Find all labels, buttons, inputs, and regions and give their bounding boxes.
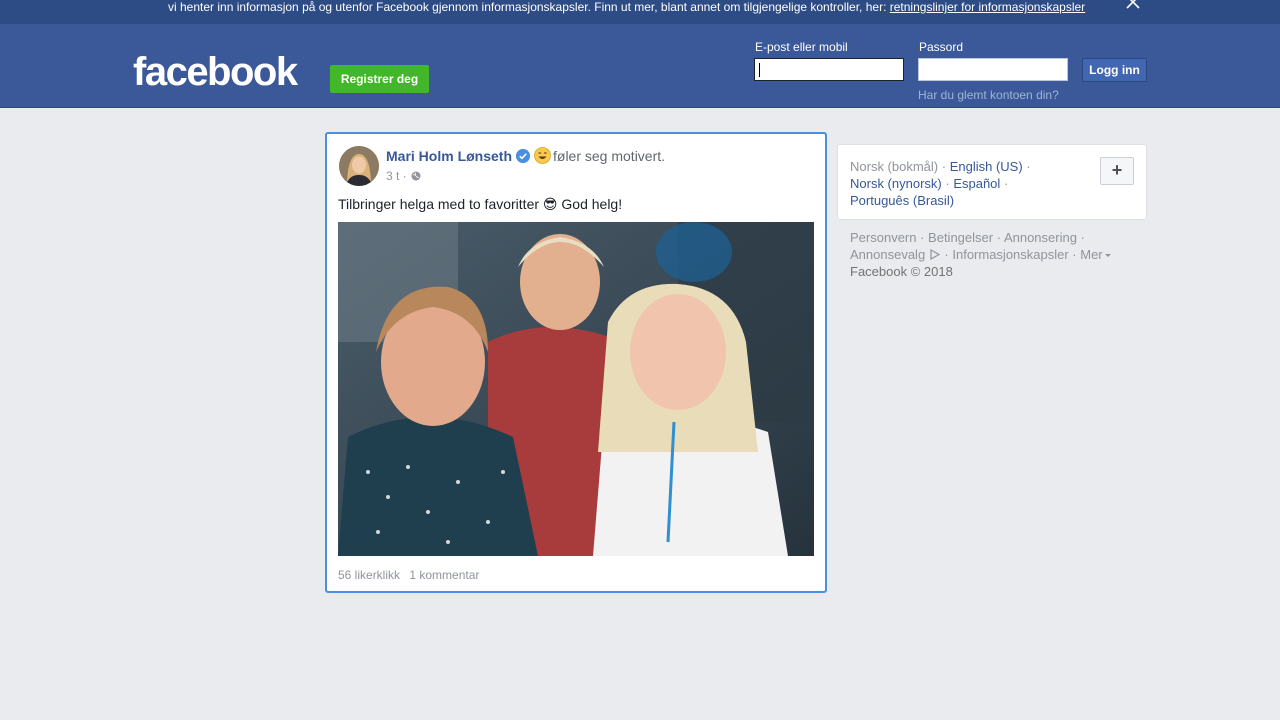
chevron-down-icon <box>1104 254 1111 257</box>
close-icon[interactable] <box>1125 0 1141 10</box>
password-field[interactable] <box>918 58 1068 81</box>
language-link-portugues[interactable]: Português (Brasil) <box>850 193 954 208</box>
comments-count[interactable]: 1 kommentar <box>409 568 479 582</box>
language-link-espanol[interactable]: Español <box>953 176 1000 191</box>
register-button[interactable]: Registrer deg <box>330 65 429 93</box>
footer-link-terms[interactable]: Betingelser <box>928 230 993 245</box>
likes-count[interactable]: 56 likerklikk <box>338 568 400 582</box>
footer-link-advertising[interactable]: Annonsering <box>1004 230 1077 245</box>
current-language: Norsk (bokmål) · <box>850 159 947 174</box>
post-timestamp[interactable]: 3 t · <box>386 169 407 183</box>
avatar-image <box>339 146 379 186</box>
footer-links: Personvern · Betingelser · Annonsering ·… <box>850 229 1130 280</box>
smiling-face-icon <box>534 147 551 164</box>
adchoices-icon <box>930 249 941 260</box>
post-feeling: føler seg motivert. <box>553 148 666 164</box>
email-label: E-post eller mobil <box>755 40 848 54</box>
facebook-logo[interactable]: facebook <box>133 52 298 92</box>
text-caret <box>759 63 760 77</box>
email-field[interactable] <box>754 58 904 81</box>
language-list: Norsk (bokmål) · English (US) · Norsk (n… <box>850 159 1031 208</box>
footer-link-more[interactable]: Mer <box>1080 247 1102 262</box>
post-author-name[interactable]: Mari Holm Lønseth <box>386 148 512 164</box>
footer-link-adchoices[interactable]: Annonsevalg <box>850 247 925 262</box>
cookie-banner-text: vi henter inn informasjon på og utenfor … <box>168 0 1085 14</box>
footer-link-privacy[interactable]: Personvern <box>850 230 916 245</box>
post-stats: 56 likerklikk 1 kommentar <box>338 568 485 582</box>
language-selector: Norsk (bokmål) · English (US) · Norsk (n… <box>837 144 1147 220</box>
cookie-banner: vi henter inn informasjon på og utenfor … <box>0 0 1280 24</box>
post-card: Mari Holm Lønseth føler seg motivert. 3 … <box>325 132 827 593</box>
post-text: Tilbringer helga med to favoritter 😎 God… <box>338 196 623 212</box>
footer-link-cookies[interactable]: Informasjonskapsler <box>952 247 1068 262</box>
more-languages-button[interactable]: + <box>1100 157 1134 185</box>
cookie-policy-link[interactable]: retningslinjer for informasjonskapsler <box>890 0 1085 14</box>
language-link-nynorsk[interactable]: Norsk (nynorsk) <box>850 176 942 191</box>
password-label: Passord <box>919 40 964 54</box>
forgot-account-link[interactable]: Har du glemt kontoen din? <box>918 88 1059 102</box>
globe-icon <box>411 171 421 181</box>
language-link-english[interactable]: English (US) <box>950 159 1023 174</box>
post-photo-image <box>338 222 814 556</box>
post-photo[interactable] <box>338 222 814 556</box>
verified-badge-icon <box>516 149 530 163</box>
top-navbar: facebook Registrer deg E-post eller mobi… <box>0 24 1280 108</box>
avatar[interactable] <box>339 146 379 186</box>
login-button[interactable]: Logg inn <box>1082 58 1147 82</box>
copyright: Facebook © 2018 <box>850 264 953 279</box>
cookie-banner-message: vi henter inn informasjon på og utenfor … <box>168 0 890 14</box>
